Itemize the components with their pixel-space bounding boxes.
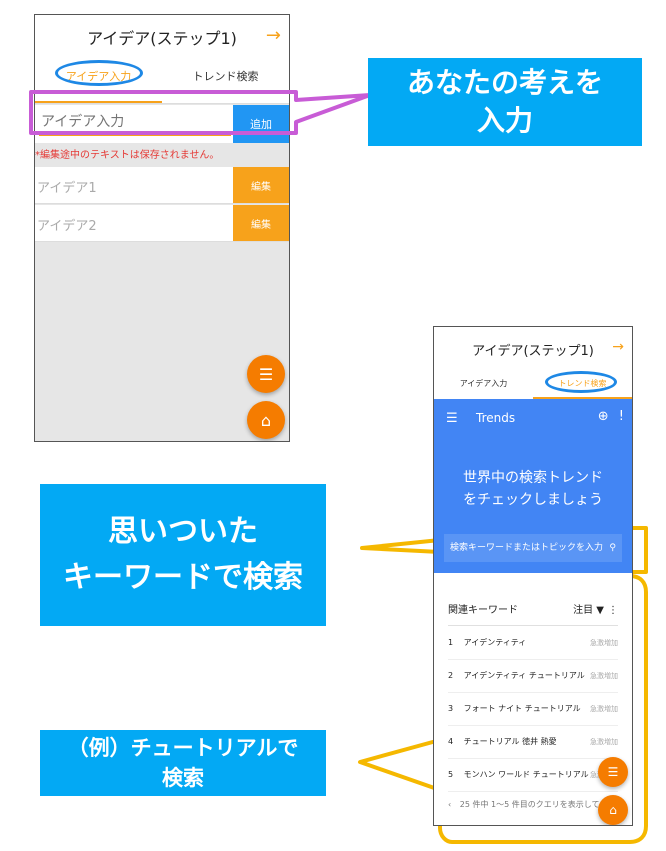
related-keywords-card: 関連キーワード 注目 ▼ ⋮ 1 アイデンティティ 急激増加 2 アイデンティテ…	[438, 597, 628, 825]
tab-idea-input[interactable]: アイデア入力	[434, 371, 533, 399]
app-header: アイデア(ステップ1) →	[434, 327, 632, 371]
keyword: アイデンティティ チュートリアル	[463, 671, 585, 680]
rank: 1	[448, 638, 454, 647]
trend-search-screen: アイデア(ステップ1) → アイデア入力 トレンド検索 ☰ Trends ⊕ !…	[433, 326, 633, 826]
list-icon: ☰	[607, 765, 619, 779]
callout-line: （例）チュートリアルで	[67, 736, 299, 760]
related-header: 関連キーワード 注目 ▼ ⋮	[448, 597, 618, 626]
keyword: アイデンティティ	[463, 638, 527, 647]
sort-label: 注目	[573, 605, 594, 616]
table-row[interactable]: 3 フォート ナイト チュートリアル 急激増加	[448, 693, 618, 726]
search-strip: 検索キーワードまたはトピックを入力 ⚲	[434, 527, 632, 573]
callout-enter-idea: あなたの考えを 入力	[368, 58, 642, 146]
rank: 3	[448, 704, 454, 713]
pagination: ‹ 25 件中 1〜5 件目のクエリを表示して	[448, 793, 618, 817]
chevron-down-icon: ▼	[596, 605, 604, 616]
rank: 2	[448, 671, 454, 680]
trends-panel: ☰ Trends ⊕ ! 世界中の検索トレンド をチェックしましょう	[434, 399, 632, 527]
home-icon: ⌂	[609, 803, 617, 817]
feedback-icon[interactable]: !	[619, 409, 624, 424]
pagination-text: 25 件中 1〜5 件目のクエリを表示して	[459, 800, 600, 809]
menu-icon[interactable]: ☰	[446, 411, 458, 426]
status-badge: 急激増加	[590, 705, 618, 713]
keyword-search-input[interactable]: 検索キーワードまたはトピックを入力 ⚲	[444, 534, 622, 562]
tab-highlight-ring	[545, 371, 617, 393]
status-badge: 急激増加	[590, 639, 618, 647]
list-fab-button[interactable]: ☰	[598, 757, 628, 787]
table-row[interactable]: 4 チュートリアル 徳井 熱愛 急激増加	[448, 726, 618, 759]
trends-toolbar: ⊕ !	[598, 409, 624, 424]
status-badge: 急激増加	[590, 672, 618, 680]
keyword: フォート ナイト チュートリアル	[463, 704, 581, 713]
search-placeholder: 検索キーワードまたはトピックを入力	[450, 543, 604, 553]
page-title: アイデア(ステップ1)	[472, 343, 594, 359]
related-title: 関連キーワード	[448, 605, 518, 616]
table-row[interactable]: 1 アイデンティティ 急激増加	[448, 627, 618, 660]
keyword: チュートリアル 徳井 熱愛	[463, 737, 557, 746]
table-row[interactable]: 2 アイデンティティ チュートリアル 急激増加	[448, 660, 618, 693]
trends-headline: 世界中の検索トレンド をチェックしましょう	[434, 467, 632, 511]
chevron-left-icon[interactable]: ‹	[448, 800, 451, 809]
callout-line: あなたの考えを	[406, 66, 603, 99]
rank: 5	[448, 770, 454, 779]
trends-brand: Trends	[476, 411, 516, 425]
callout-line: 検索	[162, 766, 204, 790]
callout-line: キーワードで検索	[63, 560, 303, 595]
table-row[interactable]: 5 モンハン ワールド チュートリアル 急激増加	[448, 759, 618, 792]
rank: 4	[448, 737, 454, 746]
sort-dropdown[interactable]: 注目 ▼	[573, 597, 604, 625]
keyword: モンハン ワールド チュートリアル	[463, 770, 589, 779]
home-fab-button[interactable]: ⌂	[598, 795, 628, 825]
callout-example: （例）チュートリアルで 検索	[40, 730, 326, 796]
callout-line: 入力	[476, 104, 533, 137]
callout-keyword-search: 思いついた キーワードで検索	[40, 484, 326, 626]
headline-line: をチェックしましょう	[463, 492, 603, 508]
headline-line: 世界中の検索トレンド	[463, 470, 603, 486]
next-arrow-icon[interactable]: →	[612, 339, 624, 355]
input-highlight-outline	[29, 90, 372, 135]
callout-line: 思いついた	[108, 514, 258, 549]
globe-icon[interactable]: ⊕	[598, 409, 609, 424]
more-options-icon[interactable]: ⋮	[608, 597, 618, 625]
search-icon[interactable]: ⚲	[609, 534, 616, 562]
status-badge: 急激増加	[590, 738, 618, 746]
